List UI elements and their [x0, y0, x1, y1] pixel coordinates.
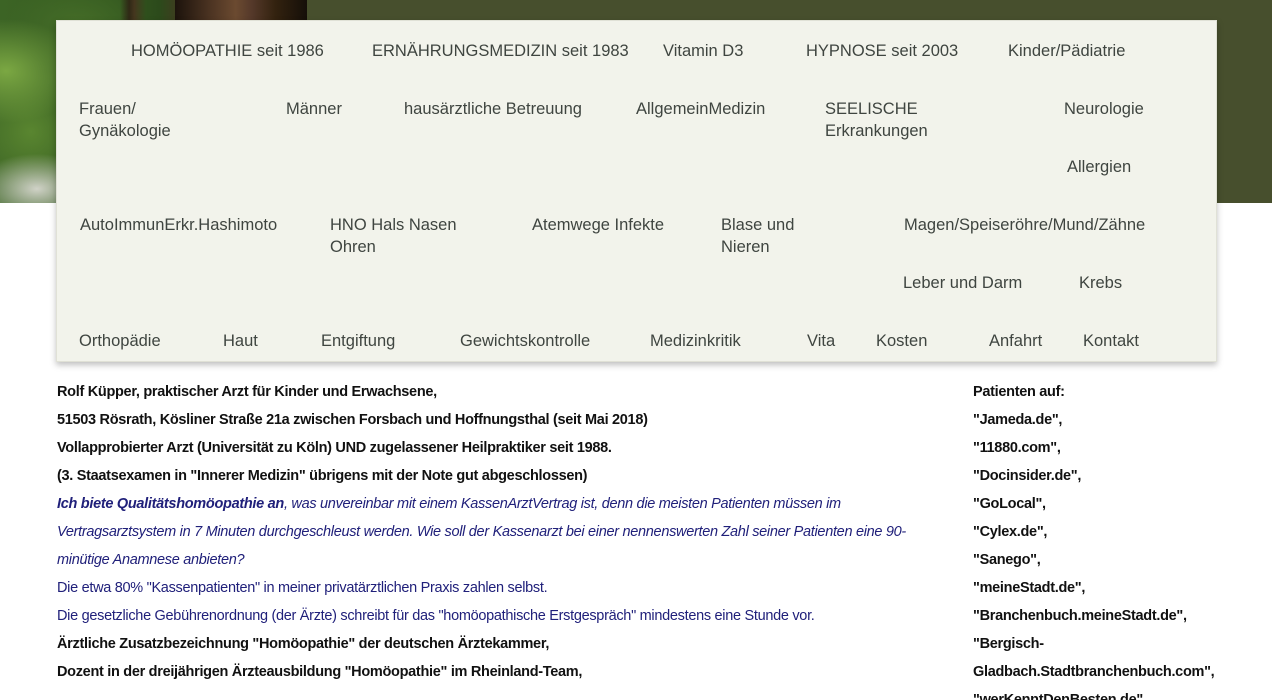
- portal-list-item: "11880.com",: [973, 434, 1271, 462]
- portal-list-item: "Branchenbuch.meineStadt.de",: [973, 602, 1271, 630]
- menu-item-vitamin-d3[interactable]: Vitamin D3: [663, 40, 743, 62]
- menu-item-hypnose[interactable]: HYPNOSE seit 2003: [806, 40, 958, 62]
- homeopathy-offer-lead: Ich biete Qualitätshomöopathie an: [57, 496, 284, 512]
- menu-item-orthopaedie[interactable]: Orthopädie: [79, 330, 161, 352]
- patient-portals-list: Patienten auf: "Jameda.de", "11880.com",…: [973, 378, 1271, 700]
- menu-item-maenner[interactable]: Männer: [286, 98, 342, 120]
- page: HOMÖOPATHIE seit 1986 ERNÄHRUNGSMEDIZIN …: [0, 0, 1272, 700]
- portal-list-item: "GoLocal",: [973, 490, 1271, 518]
- intro-line-address: 51503 Rösrath, Kösliner Straße 21a zwisc…: [57, 406, 927, 434]
- menu-item-atemwege-infekte[interactable]: Atemwege Infekte: [532, 214, 664, 236]
- insurance-note-line: Die gesetzliche Gebührenordnung (der Ärz…: [57, 602, 927, 630]
- portal-list-item: "Cylex.de",: [973, 518, 1271, 546]
- menu-item-neurologie[interactable]: Neurologie: [1064, 98, 1144, 120]
- menu-item-autoimmun-hashimoto[interactable]: AutoImmunErkr.Hashimoto: [80, 214, 277, 236]
- menu-item-leber-darm[interactable]: Leber und Darm: [903, 272, 1022, 294]
- intro-line-name: Rolf Küpper, praktischer Arzt für Kinder…: [57, 378, 927, 406]
- intro-line-approbation: Vollapprobierter Arzt (Universität zu Kö…: [57, 434, 927, 462]
- portal-list-item: "werKenntDenBesten.de": [973, 686, 1271, 700]
- main-menu: HOMÖOPATHIE seit 1986 ERNÄHRUNGSMEDIZIN …: [56, 20, 1217, 362]
- credential-line: Dozent in der dreijährigen Ärzteausbildu…: [57, 658, 927, 686]
- menu-item-kosten[interactable]: Kosten: [876, 330, 927, 352]
- portal-list-item: "Bergisch-Gladbach.Stadtbranchenbuch.com…: [973, 630, 1271, 686]
- homeopathy-offer-paragraph: Ich biete Qualitätshomöopathie an, was u…: [57, 490, 927, 574]
- insurance-note-line: Die etwa 80% "Kassenpatienten" in meiner…: [57, 574, 927, 602]
- menu-item-anfahrt[interactable]: Anfahrt: [989, 330, 1042, 352]
- menu-item-allgemeinmedizin[interactable]: AllgemeinMedizin: [636, 98, 765, 120]
- menu-item-haut[interactable]: Haut: [223, 330, 258, 352]
- credential-line: Ärztliche Zusatzbezeichnung "Homöopathie…: [57, 630, 927, 658]
- portal-list-item: "Jameda.de",: [973, 406, 1271, 434]
- clipped-bottom-line: …: [57, 686, 927, 700]
- menu-item-gewichtskontrolle[interactable]: Gewichtskontrolle: [460, 330, 590, 352]
- menu-item-krebs[interactable]: Krebs: [1079, 272, 1122, 294]
- menu-item-magen-speiseroehre[interactable]: Magen/Speiseröhre/Mund/Zähne: [904, 214, 1145, 236]
- menu-item-kinder-paediatrie[interactable]: Kinder/Pädiatrie: [1008, 40, 1125, 62]
- menu-item-seelische-erkrankungen[interactable]: SEELISCHE Erkrankungen: [825, 98, 928, 142]
- menu-item-entgiftung[interactable]: Entgiftung: [321, 330, 395, 352]
- menu-item-hno[interactable]: HNO Hals Nasen Ohren: [330, 214, 457, 258]
- portal-list-item: "meineStadt.de",: [973, 574, 1271, 602]
- portal-list-item: "Sanego",: [973, 546, 1271, 574]
- menu-item-frauen-gynaekologie[interactable]: Frauen/ Gynäkologie: [79, 98, 171, 142]
- intro-line-staatsexamen: (3. Staatsexamen in "Innerer Medizin" üb…: [57, 462, 927, 490]
- menu-item-medizinkritik[interactable]: Medizinkritik: [650, 330, 741, 352]
- menu-item-blase-nieren[interactable]: Blase und Nieren: [721, 214, 794, 258]
- portals-heading: Patienten auf:: [973, 378, 1271, 406]
- menu-item-hausaerztliche-betreuung[interactable]: hausärztliche Betreuung: [404, 98, 582, 120]
- practice-description: Rolf Küpper, praktischer Arzt für Kinder…: [57, 378, 927, 700]
- menu-item-allergien[interactable]: Allergien: [1067, 156, 1131, 178]
- menu-item-ernaehrungsmedizin[interactable]: ERNÄHRUNGSMEDIZIN seit 1983: [372, 40, 629, 62]
- menu-item-homoeopathie[interactable]: HOMÖOPATHIE seit 1986: [131, 40, 324, 62]
- menu-item-vita[interactable]: Vita: [807, 330, 835, 352]
- portal-list-item: "Docinsider.de",: [973, 462, 1271, 490]
- menu-item-kontakt[interactable]: Kontakt: [1083, 330, 1139, 352]
